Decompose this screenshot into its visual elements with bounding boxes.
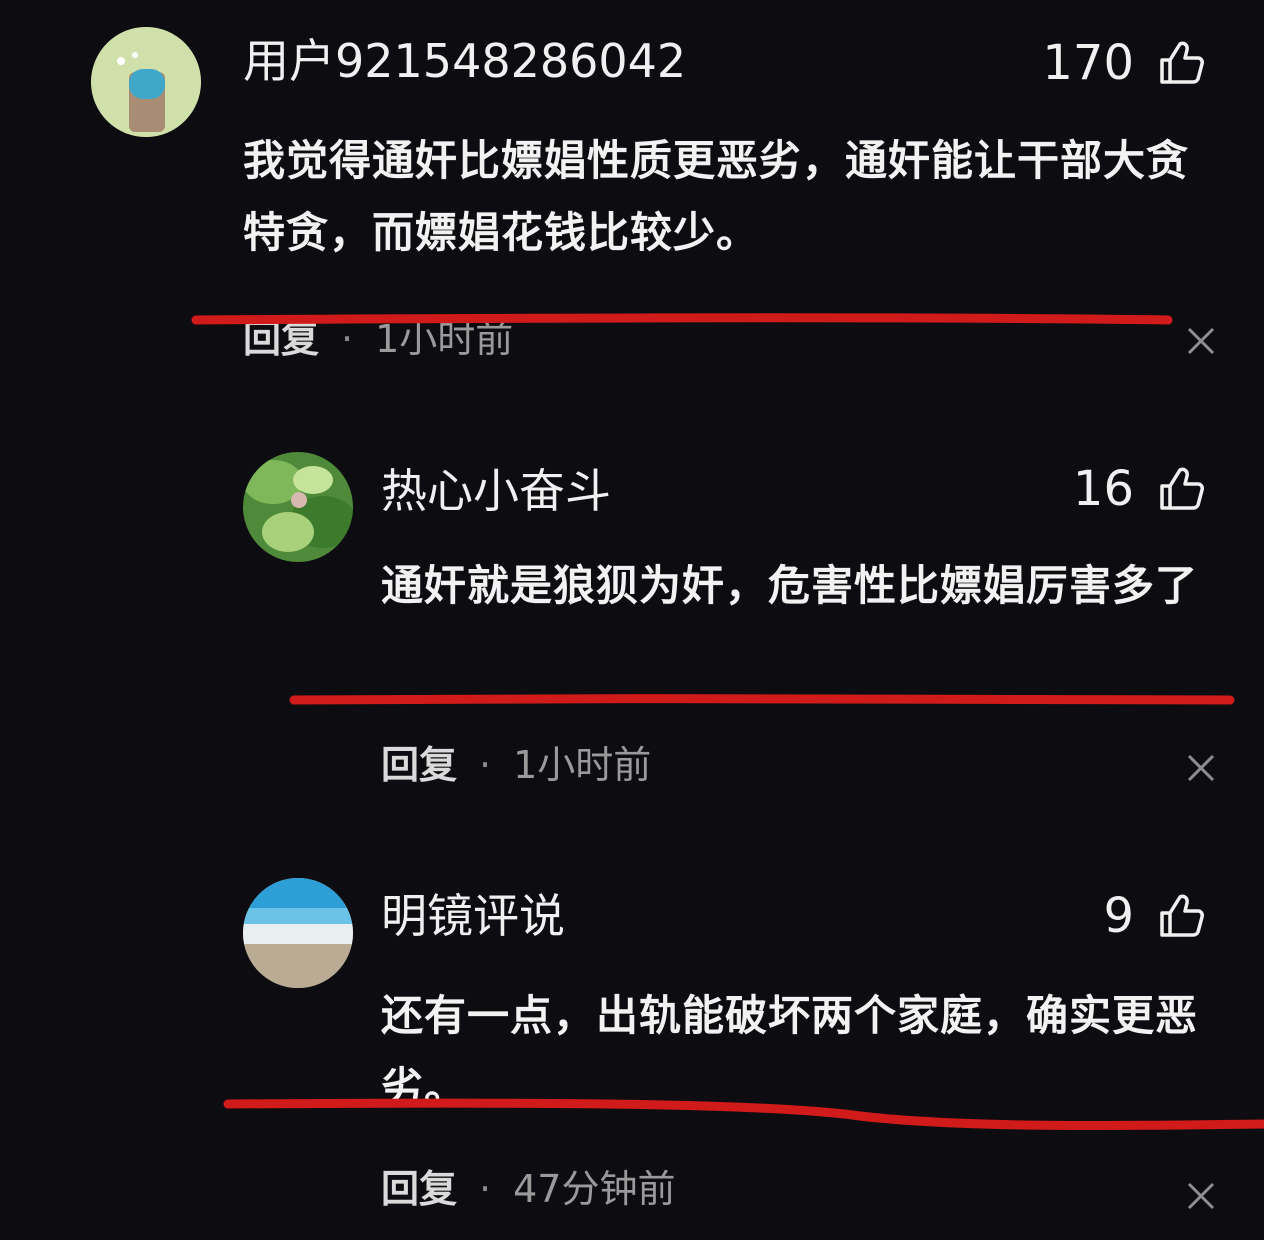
timestamp: 47分钟前 (513, 1167, 676, 1211)
reply-button[interactable]: 回复 (381, 746, 457, 784)
like-group[interactable]: 9 (1103, 891, 1206, 941)
like-count: 9 (1103, 888, 1134, 944)
reply-button[interactable]: 回复 (381, 1170, 457, 1208)
comment-meta: 回复 · 1小时前 (243, 320, 513, 358)
timestamp: 1小时前 (375, 317, 514, 361)
thumbs-up-icon[interactable] (1156, 38, 1206, 88)
separator-dot: · (479, 1167, 492, 1211)
thumbs-up-icon[interactable] (1156, 464, 1206, 514)
like-group[interactable]: 170 (1042, 38, 1206, 88)
separator-dot: · (341, 317, 354, 361)
username[interactable]: 热心小奋斗 (381, 468, 611, 514)
like-count: 170 (1042, 35, 1134, 91)
red-underline (289, 694, 1235, 705)
close-icon[interactable] (1186, 753, 1216, 783)
comment-text: 我觉得通奸比嫖娼性质更恶劣，通奸能让干部大贪特贪，而嫖娼花钱比较少。 (243, 136, 1190, 257)
comment-text: 还有一点，出轨能破坏两个家庭，确实更恶劣。 (381, 991, 1199, 1112)
like-group[interactable]: 16 (1073, 464, 1206, 514)
avatar[interactable] (91, 27, 201, 137)
avatar[interactable] (243, 878, 353, 988)
close-icon[interactable] (1186, 326, 1216, 356)
comment-text: 通奸就是狼狈为奸，危害性比嫖娼厉害多了 (381, 561, 1199, 610)
like-count: 16 (1072, 461, 1134, 517)
timestamp: 1小时前 (513, 743, 652, 787)
avatar[interactable] (243, 452, 353, 562)
separator-dot: · (479, 743, 492, 787)
username[interactable]: 用户921548286042 (243, 38, 686, 84)
username[interactable]: 明镜评说 (381, 893, 565, 939)
close-icon[interactable] (1186, 1181, 1216, 1211)
thumbs-up-icon[interactable] (1156, 891, 1206, 941)
comment-meta: 回复 · 47分钟前 (381, 1170, 675, 1208)
reply-button[interactable]: 回复 (243, 320, 319, 358)
comment-meta: 回复 · 1小时前 (381, 746, 651, 784)
